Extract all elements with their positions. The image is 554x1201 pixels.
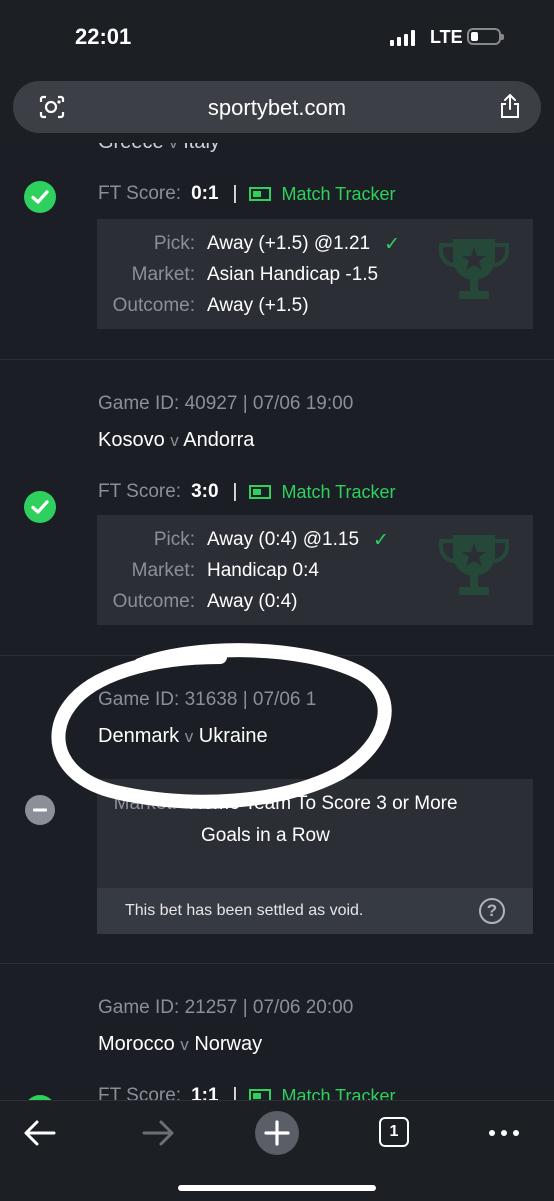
game-card: Game ID: 21257 | 07/06 20:00 Morocco v N… (0, 963, 554, 1100)
more-menu-icon[interactable] (482, 1111, 526, 1155)
ft-score: 0:1 (191, 183, 219, 204)
url-text[interactable]: sportybet.com (13, 95, 541, 121)
ft-score: 3:0 (191, 481, 219, 502)
address-bar[interactable]: sportybet.com (13, 81, 541, 133)
new-tab-plus-icon[interactable] (255, 1111, 299, 1155)
network-label: LTE (430, 27, 463, 47)
trophy-icon (439, 239, 509, 299)
status-time: 22:01 (75, 24, 132, 49)
signal-icon (390, 30, 420, 46)
teams: Greece v Italy (98, 143, 220, 154)
teams: Denmark v Ukraine (98, 725, 268, 747)
ft-score-row: FT Score: 0:1 | Match Tracker (98, 183, 396, 205)
browser-header: sportybet.com (0, 75, 554, 143)
selection-box: Pick: Away (0:4) @1.15 ✓ Market: Handicap 0… (97, 515, 533, 625)
outcome-value: Away (+1.5) (207, 295, 309, 316)
match-tracker-icon[interactable] (249, 187, 272, 201)
game-meta: Game ID: 40927 | 07/06 19:00 (98, 393, 354, 414)
outcome-value: Away (0:4) (207, 591, 298, 612)
game-meta: Game ID: 21257 | 07/06 20:00 (98, 997, 354, 1018)
teams: Morocco v Norway (98, 1033, 263, 1055)
won-check-icon (24, 181, 56, 213)
pick-value: Away (+1.5) @1.21 (207, 233, 371, 254)
check-icon: ✓ (373, 530, 389, 551)
status-bar: 22:01 LTE (0, 0, 554, 75)
void-minus-icon (25, 795, 55, 825)
share-icon[interactable] (499, 93, 521, 119)
browser-toolbar: 1 (0, 1100, 554, 1201)
tabs-count[interactable]: 1 (379, 1117, 409, 1147)
teams: Kosovo v Andorra (98, 429, 255, 451)
match-tracker-icon[interactable] (249, 485, 272, 499)
check-icon: ✓ (384, 234, 401, 255)
back-arrow-icon[interactable] (18, 1111, 62, 1155)
market-value: Home Team To Score 3 or More (189, 793, 458, 814)
trophy-icon (439, 535, 509, 595)
market-value: Handicap 0:4 (207, 560, 319, 581)
game-card: Game ID: 40927 | 07/06 19:00 Kosovo v An… (0, 359, 554, 656)
help-icon[interactable]: ? (479, 898, 505, 924)
selection-box: Market: Home Team To Score 3 or More Goal… (97, 779, 533, 934)
market-value: Asian Handicap -1.5 (207, 264, 379, 285)
match-tracker-link[interactable]: Match Tracker (281, 184, 395, 205)
forward-arrow-icon[interactable] (136, 1111, 180, 1155)
pick-value: Away (0:4) @1.15 (207, 529, 360, 550)
match-tracker-link[interactable]: Match Tracker (281, 1086, 395, 1101)
selection-box: Pick: Away (+1.5) @1.21 ✓ Market: Asian Han… (97, 219, 533, 329)
home-indicator (178, 1185, 376, 1191)
battery-icon (467, 28, 504, 45)
match-tracker-icon[interactable] (249, 1089, 272, 1100)
ft-score: 1:1 (191, 1085, 219, 1100)
void-message: This bet has been settled as void. ? (97, 888, 533, 934)
won-check-icon (24, 491, 56, 523)
tabs-button[interactable]: 1 (373, 1111, 417, 1155)
bet-details-list: Greece v Italy FT Score: 0:1 | Match Tra… (0, 143, 554, 1100)
ft-score-row: FT Score: 3:0 | Match Tracker (98, 481, 396, 503)
game-card: Game ID: 31638 | 07/06 1 Denmark v Ukrai… (0, 655, 554, 964)
game-meta: Game ID: 31638 | 07/06 1 (98, 689, 317, 710)
match-tracker-link[interactable]: Match Tracker (281, 482, 395, 503)
ft-score-row: FT Score: 1:1 | Match Tracker (98, 1085, 396, 1100)
market-value-line2: Goals in a Row (201, 825, 330, 846)
game-card: Greece v Italy FT Score: 0:1 | Match Tra… (0, 143, 554, 360)
